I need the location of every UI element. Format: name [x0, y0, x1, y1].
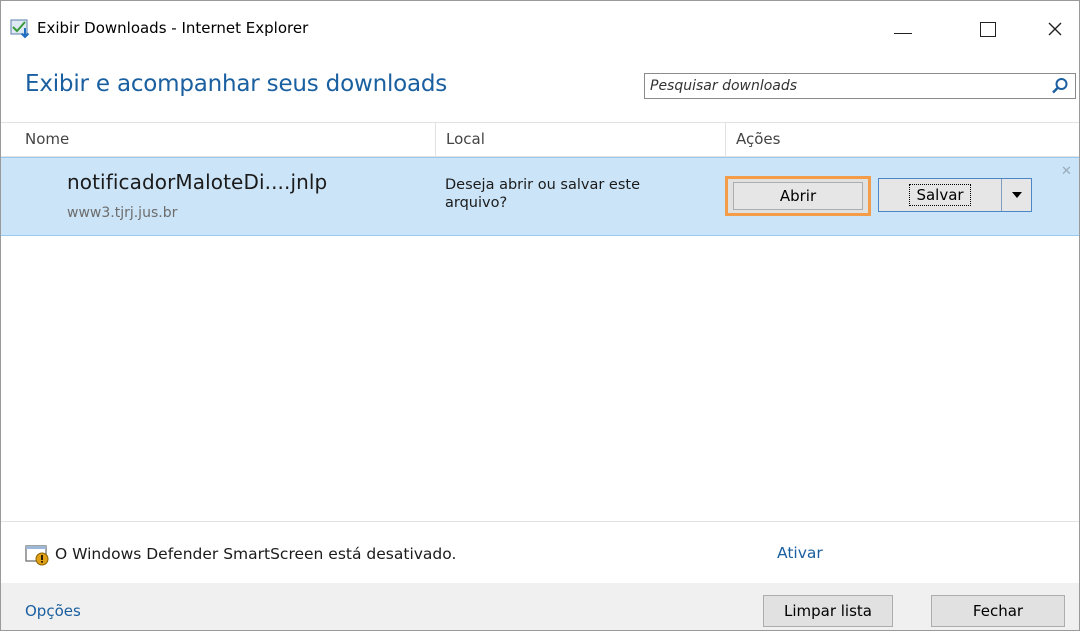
close-icon [1048, 22, 1062, 36]
file-name: notificadorMaloteDi....jnlp [67, 170, 328, 194]
save-button-label: Salvar [909, 184, 971, 206]
column-header-name[interactable]: Nome [15, 123, 435, 156]
download-prompt: Deseja abrir ou salvar este arquivo? [445, 177, 640, 211]
clear-list-button[interactable]: Limpar lista [763, 595, 893, 627]
footer: Opções Limpar lista Fechar [1, 583, 1079, 630]
downloads-window: Exibir Downloads - Internet Explorer Exi… [0, 0, 1080, 631]
activate-smartscreen-link[interactable]: Ativar [777, 544, 823, 562]
save-split-button[interactable]: Salvar [878, 178, 1032, 212]
smartscreen-message: O Windows Defender SmartScreen está desa… [55, 545, 457, 563]
download-row[interactable]: notificadorMaloteDi....jnlp www3.tjrj.ju… [1, 157, 1079, 236]
chevron-down-icon [1011, 192, 1022, 198]
open-button-label: Abrir [733, 182, 863, 210]
minimize-button[interactable] [873, 9, 933, 49]
page-title: Exibir e acompanhar seus downloads [25, 71, 448, 97]
download-app-icon [10, 19, 30, 39]
file-source: www3.tjrj.jus.br [67, 205, 178, 221]
column-header-location[interactable]: Local [435, 123, 725, 156]
column-header-actions[interactable]: Ações [725, 123, 1079, 156]
close-button[interactable]: Fechar [931, 595, 1065, 627]
search-icon[interactable] [1051, 77, 1069, 95]
open-button[interactable]: Abrir [725, 176, 871, 216]
title-bar[interactable]: Exibir Downloads - Internet Explorer [1, 1, 1079, 57]
column-header-row: Nome Local Ações [1, 122, 1079, 157]
dismiss-download-icon[interactable]: ✕ [1061, 164, 1072, 179]
smartscreen-status-bar: O Windows Defender SmartScreen está desa… [1, 521, 1079, 584]
close-window-button[interactable] [1031, 9, 1079, 49]
save-button[interactable]: Salvar [879, 179, 1001, 211]
search-input[interactable] [650, 75, 1050, 97]
save-options-dropdown[interactable] [1002, 179, 1031, 211]
minimize-icon [894, 32, 912, 34]
window-title: Exibir Downloads - Internet Explorer [37, 19, 309, 37]
maximize-button[interactable] [958, 9, 1018, 49]
maximize-icon [980, 21, 996, 37]
search-box[interactable] [644, 73, 1076, 99]
options-link[interactable]: Opções [25, 602, 81, 620]
smartscreen-warning-icon [25, 545, 49, 566]
